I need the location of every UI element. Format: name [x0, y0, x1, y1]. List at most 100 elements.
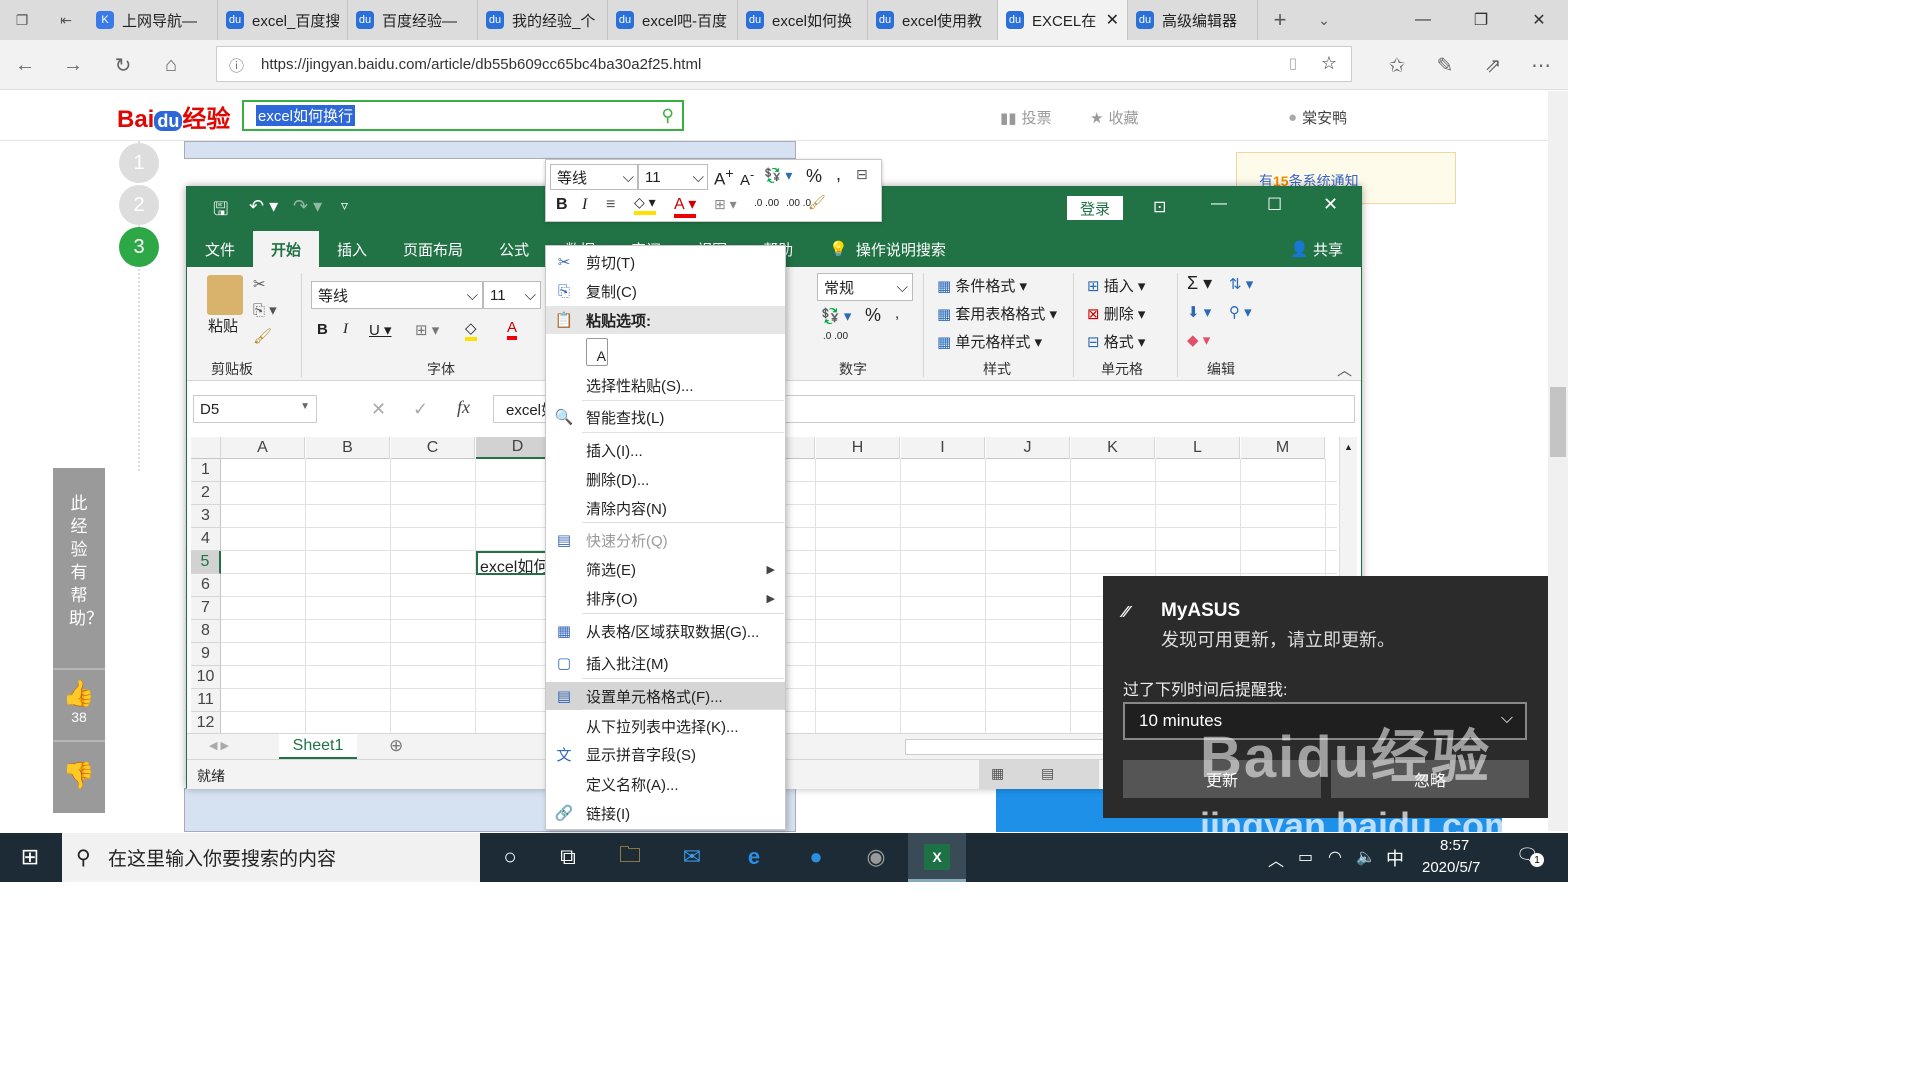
bold-icon[interactable]: B [317, 321, 328, 338]
dislike-button[interactable]: 👎 [53, 740, 105, 812]
row-header[interactable]: 7 [191, 597, 221, 620]
browser-tab[interactable]: du 百度经验— [348, 0, 478, 40]
redo-icon[interactable]: ↷ ▾ [293, 196, 322, 217]
excel-minimize-icon[interactable]: — [1211, 195, 1227, 213]
copy-icon[interactable]: ⎘ ▾ [253, 301, 277, 319]
shrink-font-icon[interactable]: A- [740, 168, 754, 189]
column-header[interactable]: A [221, 437, 305, 459]
page-layout-view-icon[interactable]: ▤ [1041, 765, 1054, 782]
excel-maximize-icon[interactable]: ☐ [1267, 195, 1282, 215]
column-header[interactable]: B [306, 437, 390, 459]
user-link[interactable]: ● 棠安鸭 [1288, 107, 1347, 128]
browser-tab[interactable]: du EXCEL在 ✕ [998, 0, 1128, 40]
browser-tab[interactable]: du excel_百度搜 [218, 0, 348, 40]
row-header[interactable]: 12 [191, 712, 221, 735]
excel-close-icon[interactable]: ✕ [1323, 194, 1338, 215]
battery-icon[interactable]: ▭ [1298, 847, 1313, 867]
column-header[interactable]: M [1241, 437, 1325, 459]
context-menu-item[interactable]: ▢ 插入批注(M) [546, 649, 785, 677]
context-menu-item[interactable]: 插入(I)... [546, 436, 785, 464]
mail-icon[interactable]: ✉ [676, 841, 708, 873]
cond-format-button[interactable]: ▦ 条件格式 ▾ [937, 275, 1027, 296]
volume-icon[interactable]: 🔈 [1356, 847, 1376, 867]
mini-fill-color-icon[interactable]: ◇ ▾ [634, 194, 656, 215]
find-icon[interactable]: ⚲ ▾ [1229, 303, 1252, 321]
paste-icon[interactable] [207, 275, 243, 315]
context-menu-item[interactable]: ▤ 设置单元格格式(F)... [546, 682, 785, 710]
tab-file[interactable]: 文件 [187, 231, 253, 267]
insert-function-icon[interactable]: fx [457, 397, 470, 418]
font-name-combo[interactable]: 等线 ⌵ [311, 281, 483, 309]
context-menu-item[interactable]: 文显示拼音字段(S) [546, 740, 785, 768]
sort-filter-icon[interactable]: ⇅ ▾ [1229, 275, 1253, 293]
save-icon[interactable]: 🖫 [213, 197, 228, 227]
tab-page-layout[interactable]: 页面布局 [385, 231, 481, 267]
tab-actions-icon[interactable]: ❐ [0, 0, 44, 40]
paste-keep-source-icon[interactable]: A [586, 338, 608, 366]
context-menu-item[interactable]: 定义名称(A)... [546, 770, 785, 798]
font-color-icon[interactable]: A [507, 319, 518, 340]
comma-icon[interactable]: , [895, 305, 899, 322]
like-button[interactable]: 👍 38 [53, 668, 105, 740]
action-center-icon[interactable]: 🗨 1 [1516, 845, 1544, 867]
column-header[interactable]: H [816, 437, 900, 459]
undo-icon[interactable]: ↶ ▾ [249, 196, 278, 217]
edge-icon[interactable]: e [738, 841, 770, 873]
restore-icon[interactable]: ❐ [1452, 0, 1510, 40]
browser-tab[interactable]: du 高级编辑器 [1128, 0, 1258, 40]
step-1[interactable]: 1 [119, 143, 159, 183]
close-tab-icon[interactable]: ✕ [1106, 10, 1119, 30]
feather-app-icon[interactable]: ● [800, 841, 832, 873]
mini-comma-icon[interactable]: , [836, 164, 841, 185]
context-menu-item[interactable]: 🔍 智能查找(L) [546, 403, 785, 431]
currency-icon[interactable]: 💱 ▾ [821, 307, 851, 325]
cell-style-button[interactable]: ▦ 单元格样式 ▾ [937, 331, 1042, 352]
context-menu-item[interactable]: 🔗 链接(I) [546, 799, 785, 827]
grow-font-icon[interactable]: A+ [714, 166, 734, 190]
autosum-icon[interactable]: Σ ▾ [1187, 273, 1212, 294]
tab-formulas[interactable]: 公式 [481, 231, 547, 267]
increase-decimal-icon[interactable]: .0 .00 [823, 331, 848, 342]
context-menu-item[interactable]: 筛选(E) ▶ [546, 555, 785, 583]
clock-time[interactable]: 8:57 [1440, 837, 1469, 854]
close-window-icon[interactable]: ✕ [1510, 0, 1568, 40]
search-icon[interactable]: ⚲ [660, 106, 676, 126]
underline-icon[interactable]: U ▾ [369, 321, 392, 339]
font-size-combo[interactable]: 11 ⌵ [483, 281, 541, 309]
paste-button[interactable]: 粘贴 [208, 315, 238, 336]
tab-preview-icon[interactable]: ⌄ [1302, 0, 1346, 40]
row-header[interactable]: 2 [191, 482, 221, 505]
ime-indicator[interactable]: 中 [1386, 845, 1404, 871]
format-cells-button[interactable]: ⊟ 格式 ▾ [1087, 331, 1145, 352]
reading-view-icon[interactable]: ▯ [1289, 54, 1297, 72]
tab-insert[interactable]: 插入 [319, 231, 385, 267]
mini-align-icon[interactable]: ≡ [606, 196, 615, 214]
context-menu-item[interactable]: ⎘ 复制(C) [546, 277, 785, 305]
column-header[interactable]: I [901, 437, 985, 459]
context-menu-item[interactable]: 从下拉列表中选择(K)... [546, 712, 785, 740]
notes-pen-icon[interactable]: ✎ [1430, 50, 1460, 80]
row-header[interactable]: 10 [191, 666, 221, 689]
more-icon[interactable]: ⋯ [1526, 50, 1556, 80]
taskbar-search[interactable]: ⚲ 在这里输入你要搜索的内容 [62, 833, 480, 882]
confirm-entry-icon[interactable]: ✓ [413, 399, 428, 420]
browser-tab[interactable]: K 上网导航— [88, 0, 218, 40]
row-header[interactable]: 3 [191, 505, 221, 528]
mini-increase-decimal-icon[interactable]: .0 .00 [754, 198, 779, 209]
mini-italic-icon[interactable]: I [582, 196, 587, 214]
mini-format-painter-icon[interactable]: 🖌 [808, 194, 826, 211]
share-icon[interactable]: ⇗ [1478, 50, 1508, 80]
delete-cells-button[interactable]: ⊠ 删除 ▾ [1087, 303, 1145, 324]
context-menu-item[interactable]: ✂ 剪切(T) [546, 248, 785, 276]
info-icon[interactable]: ⓘ [229, 55, 244, 76]
browser-tab[interactable]: du excel使用教 [868, 0, 998, 40]
row-header[interactable]: 5 [191, 551, 221, 574]
new-tab-button[interactable]: + [1258, 0, 1302, 40]
mini-merge-icon[interactable]: ⊟ [856, 166, 868, 183]
tell-me-search[interactable]: 💡 操作说明搜索 [811, 231, 964, 267]
format-painter-icon[interactable]: 🖌 [253, 327, 272, 345]
row-header[interactable]: 8 [191, 620, 221, 643]
row-header[interactable]: 9 [191, 643, 221, 666]
select-all-corner[interactable] [191, 437, 221, 459]
collapse-ribbon-icon[interactable]: ︿ [1337, 359, 1352, 380]
